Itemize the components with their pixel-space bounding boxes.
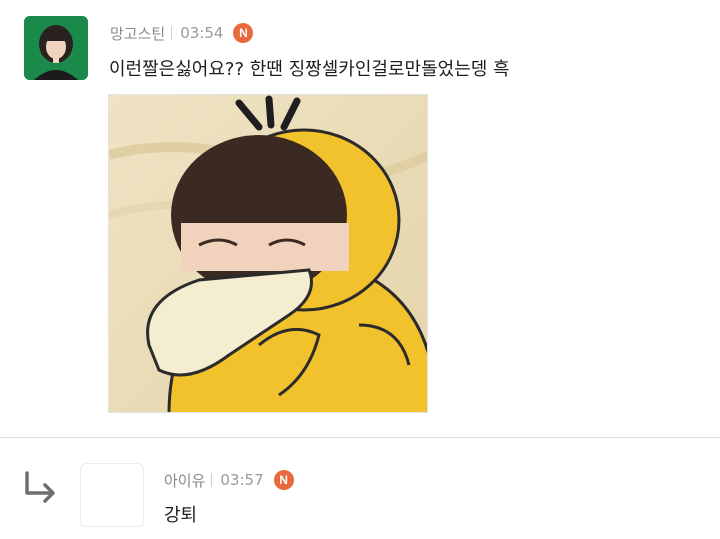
comment-image[interactable] xyxy=(108,94,428,413)
author-name[interactable]: 아이유 xyxy=(164,470,205,491)
meta-divider xyxy=(171,26,173,40)
author-name[interactable]: 망고스틴 xyxy=(110,23,165,44)
reply-arrow-icon xyxy=(20,469,60,505)
avatar[interactable] xyxy=(80,463,144,527)
comment-item: 망고스틴 03:54 N 이런짤은싫어요?? 한땐 징짱셀카인걸로만돌었는뎅 흑 xyxy=(0,0,720,437)
comment-meta: 망고스틴 03:54 N xyxy=(110,22,254,44)
new-badge-icon: N xyxy=(273,470,294,490)
psyduck-meme-image xyxy=(109,95,427,412)
comment-time: 03:54 xyxy=(180,24,224,42)
meta-divider xyxy=(211,473,213,487)
comment-text: 강퇴 xyxy=(164,505,198,526)
comment-time: 03:57 xyxy=(220,471,264,489)
comment-meta: 아이유 03:57 N xyxy=(164,469,294,491)
new-badge-icon: N xyxy=(233,23,254,43)
reply-item: 아이유 03:57 N 강퇴 xyxy=(0,437,720,539)
comment-text: 이런짤은싫어요?? 한땐 징짱셀카인걸로만돌었는뎅 흑 xyxy=(109,59,510,80)
avatar[interactable] xyxy=(24,16,88,80)
profile-photo xyxy=(24,16,88,80)
